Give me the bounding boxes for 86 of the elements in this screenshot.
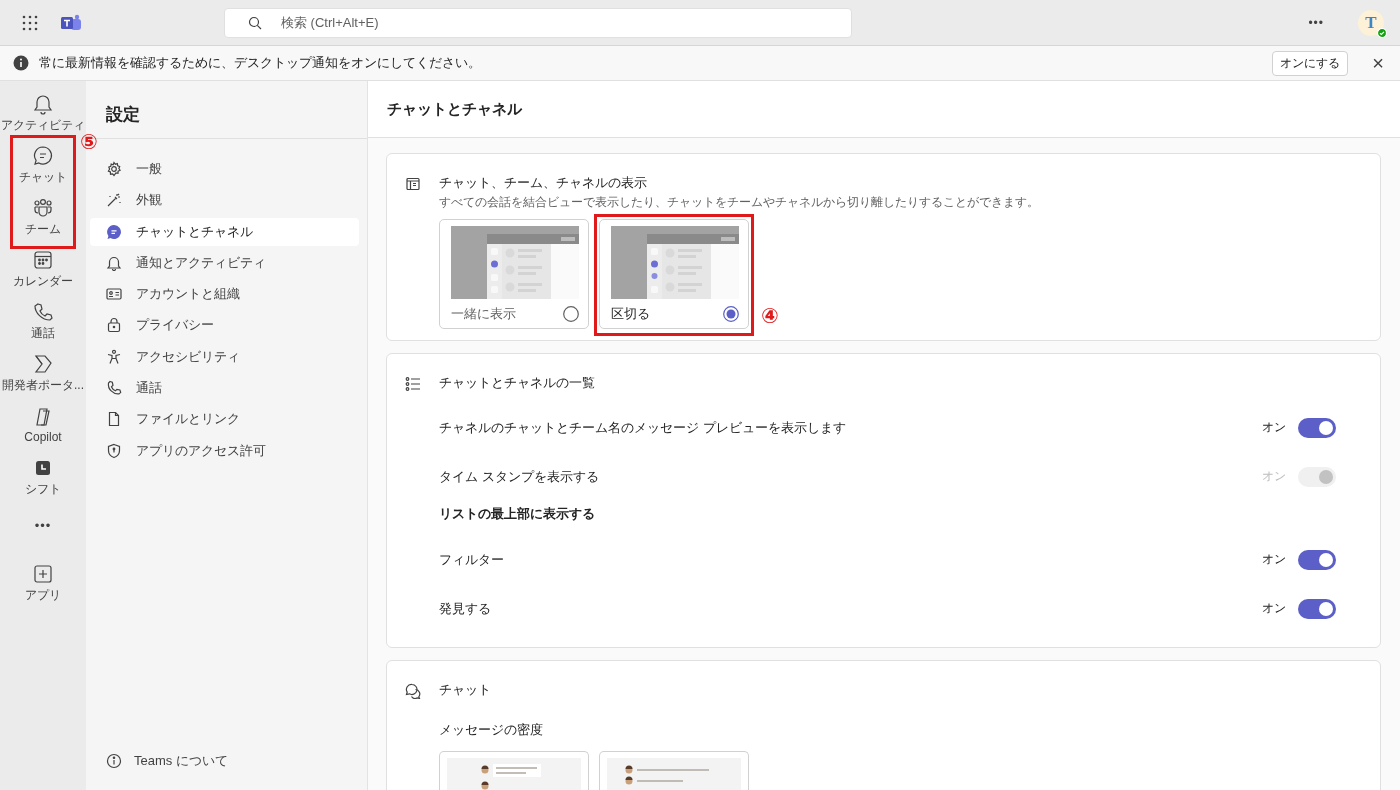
settings-nav-item[interactable]: アプリのアクセス許可 — [90, 436, 359, 465]
toggle-switch[interactable] — [1298, 549, 1336, 570]
page-title: チャットとチャネル — [368, 81, 1400, 138]
phone-icon — [32, 300, 54, 323]
notification-message: 常に最新情報を確認するために、デスクトップ通知をオンにしてください。 — [39, 54, 482, 72]
app-launcher-icon[interactable] — [22, 14, 38, 31]
rail-label: Copilot — [24, 430, 62, 444]
toggle-state: オン — [1262, 419, 1286, 436]
radio-button[interactable] — [723, 306, 739, 322]
settings-title: 設定 — [105, 104, 141, 126]
settings-nav-item[interactable]: 通話 — [90, 374, 359, 403]
info-icon — [13, 55, 29, 71]
more-apps-button[interactable]: ••• — [0, 505, 86, 545]
rail-item[interactable]: 通話 — [0, 295, 86, 347]
settings-nav-item[interactable]: チャットとチャネル — [90, 217, 359, 246]
bell-icon — [32, 92, 54, 115]
setting-label: フィルター — [439, 550, 505, 569]
search-icon — [248, 15, 262, 30]
add-app-icon — [32, 562, 54, 585]
shield-icon — [106, 442, 122, 459]
toggle-switch[interactable] — [1298, 417, 1336, 438]
developer-portal-icon — [32, 352, 54, 375]
document-icon — [106, 411, 122, 428]
lock-icon — [106, 317, 122, 334]
section-title: チャット — [439, 681, 492, 699]
calendar-icon — [32, 248, 54, 271]
option-label: 区切る — [611, 305, 650, 323]
rail-label: チャット — [19, 168, 67, 186]
setting-label: メッセージの密度 — [439, 721, 544, 739]
settings-nav-item[interactable]: ファイルとリンク — [90, 405, 359, 434]
rail-label: カレンダー — [13, 272, 73, 290]
chat-bubbles-icon — [405, 683, 421, 699]
layout-option-card[interactable]: 区切る — [599, 219, 749, 329]
turn-on-button[interactable]: オンにする — [1272, 50, 1349, 76]
section-title: チャットとチャネルの一覧 — [439, 374, 596, 392]
toggle-state: オン — [1262, 551, 1286, 568]
layout-option-card[interactable]: 一緒に表示 — [439, 219, 589, 329]
chat-icon — [106, 223, 122, 240]
toggle-state: オン — [1262, 600, 1286, 617]
settings-nav-item[interactable]: アカウントと組織 — [90, 280, 359, 309]
option-label: 一緒に表示 — [451, 305, 516, 323]
contact-card-icon — [106, 286, 122, 303]
search-field[interactable]: 検索 (Ctrl+Alt+E) — [224, 7, 852, 38]
layout-icon — [405, 176, 421, 192]
toggle-state: オン — [1262, 468, 1286, 485]
annotation-number: ⑤ — [80, 131, 98, 152]
radio-button[interactable] — [563, 306, 579, 322]
rail-label: シフト — [25, 480, 61, 498]
section-description: すべての会話を結合ビューで表示したり、チャットをチームやチャネルから切り離したりすることができます。 — [439, 194, 1040, 211]
rail-item[interactable]: シフト — [0, 451, 86, 503]
rail-label: 開発者ポータ... — [2, 376, 84, 394]
rail-item[interactable]: 開発者ポータ... — [0, 347, 86, 399]
gear-icon — [106, 161, 122, 177]
settings-nav-item[interactable]: 通知とアクティビティ — [90, 248, 359, 277]
setting-label: 発見する — [439, 599, 492, 618]
close-button[interactable]: × — [1372, 53, 1384, 73]
settings-nav-item[interactable]: プライバシー — [90, 311, 359, 340]
accessibility-icon — [106, 348, 122, 365]
list-icon — [405, 376, 421, 392]
settings-nav-item[interactable]: 一般 — [90, 155, 359, 183]
annotation-number: ④ — [761, 305, 779, 326]
people-icon — [32, 196, 54, 219]
toggle-switch[interactable] — [1298, 598, 1336, 619]
rail-item[interactable]: チーム — [0, 191, 86, 243]
bell-icon — [106, 254, 122, 271]
more-button[interactable]: ••• — [1306, 13, 1326, 32]
rail-item[interactable]: Copilot — [0, 399, 86, 451]
section-title: チャット、チーム、チャネルの表示 — [439, 174, 648, 192]
rail-label: チーム — [25, 220, 61, 238]
rail-label: アクティビティ — [1, 116, 85, 134]
rail-label: アプリ — [25, 586, 61, 604]
settings-nav-item[interactable]: アクセシビリティ — [90, 342, 359, 371]
chat-icon — [32, 144, 54, 167]
about-teams-link[interactable]: Teams について — [134, 752, 228, 770]
rail-label: 通話 — [31, 324, 55, 342]
setting-label: チャネルのチャットとチーム名のメッセージ プレビューを表示します — [439, 418, 847, 437]
magic-wand-icon — [106, 192, 122, 209]
rail-item[interactable]: アプリ — [0, 557, 86, 609]
rail-item[interactable]: カレンダー — [0, 243, 86, 295]
settings-nav-item[interactable]: 外観 — [90, 186, 359, 215]
info-icon — [106, 753, 122, 769]
phone-icon — [106, 380, 122, 397]
setting-label: タイム スタンプを表示する — [439, 467, 600, 486]
subheading: リストの最上部に表示する — [439, 505, 596, 523]
teams-logo-icon[interactable] — [60, 13, 82, 32]
checkmark-badge-icon — [1377, 27, 1387, 38]
